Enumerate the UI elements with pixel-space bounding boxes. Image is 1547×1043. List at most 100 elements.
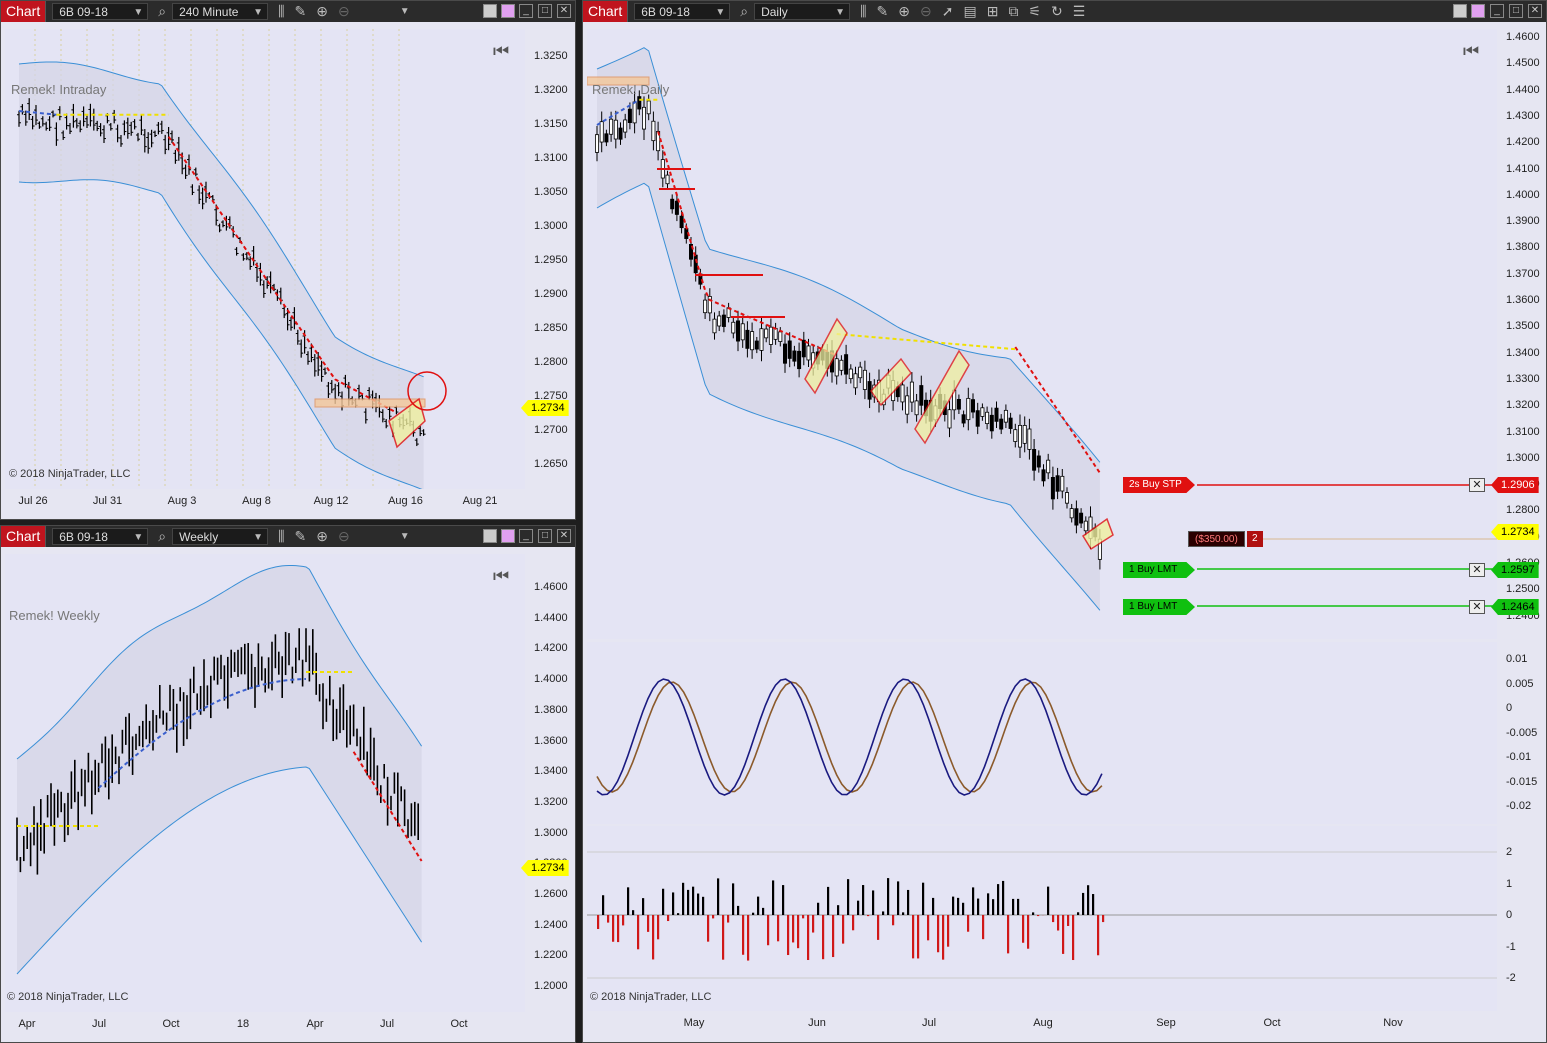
pencil-icon[interactable]: ✎ xyxy=(295,1,307,22)
weekly-price-panel[interactable]: Remek! Weekly © 2018 NinjaTrader, LLC ⏮ xyxy=(5,554,525,1012)
reload-icon[interactable]: ↻ xyxy=(1051,1,1063,22)
period-selector[interactable]: 240 Minute ▼ xyxy=(172,3,269,20)
minimize-icon[interactable]: _ xyxy=(519,4,533,18)
price-axis-label: 1.3250 xyxy=(534,50,568,62)
minimize-icon[interactable]: _ xyxy=(1490,4,1504,18)
search-icon[interactable]: ⌕ xyxy=(158,526,166,547)
properties-icon[interactable]: ⧉ xyxy=(1008,1,1018,22)
time-axis-label: Jul xyxy=(379,1018,395,1030)
close-icon[interactable]: ✕ xyxy=(1528,4,1542,18)
chevron-down-icon: ▼ xyxy=(133,532,144,543)
bar-style-icon[interactable]: ⫼ xyxy=(278,1,284,22)
color-swatch-icon[interactable] xyxy=(483,529,497,543)
price-axis-label: 1.4600 xyxy=(534,581,568,593)
time-axis-label: 18 xyxy=(236,1018,250,1030)
instrument-selector[interactable]: 6B 09-18 ▼ xyxy=(52,528,149,545)
histogram-bar xyxy=(722,915,725,960)
link-color-icon[interactable] xyxy=(501,4,515,18)
close-icon[interactable]: ✕ xyxy=(557,529,571,543)
maximize-icon[interactable]: □ xyxy=(1509,4,1523,18)
price-axis-label: 1.2000 xyxy=(534,980,568,993)
last-price-tag: 1.2734 xyxy=(521,400,569,416)
order-label[interactable]: 2s Buy STP xyxy=(1123,477,1195,493)
instrument-selector[interactable]: 6B 09-18 ▼ xyxy=(634,3,731,20)
histogram-bar xyxy=(942,915,945,960)
order-label[interactable]: 1 Buy LMT xyxy=(1123,562,1195,578)
intraday-time-axis[interactable]: Jul 26 Jul 31 Aug 3 Aug 8 Aug 12 Aug 16 Aug 21 xyxy=(5,491,525,517)
histogram-bar xyxy=(1087,885,1090,915)
daily-price-panel[interactable]: Remek! Daily ⏮ xyxy=(586,29,1497,639)
candle-body xyxy=(1013,429,1018,442)
zoom-out-icon[interactable]: ⊖ xyxy=(338,1,350,22)
histogram-bar xyxy=(712,915,715,919)
dropdown-icon[interactable]: ▼ xyxy=(400,1,410,22)
intraday-price-axis[interactable]: 1.3250 1.3200 1.3150 1.3100 1.3050 1.3000 1.29… xyxy=(526,29,571,489)
weekly-price-axis[interactable]: 1.4600 1.4400 1.4200 1.4000 1.3800 1.3600 1.34… xyxy=(526,554,571,1012)
pencil-icon[interactable]: ✎ xyxy=(877,1,889,22)
candle-body xyxy=(721,314,726,327)
order-price-tag: 1.2464 xyxy=(1491,599,1539,615)
dropdown-icon[interactable]: ▼ xyxy=(400,526,410,547)
zoom-in-icon[interactable]: ⊕ xyxy=(316,1,328,22)
zoom-out-icon[interactable]: ⊖ xyxy=(920,1,932,22)
histogram-bar xyxy=(817,902,820,915)
cancel-order-icon[interactable]: ✕ xyxy=(1469,600,1485,614)
minimize-icon[interactable]: _ xyxy=(519,529,533,543)
daily-time-axis[interactable]: May Jun Jul Aug Sep Oct Nov xyxy=(587,1013,1497,1039)
cancel-order-icon[interactable]: ✕ xyxy=(1469,563,1485,577)
bar-style-icon[interactable]: ⫼ xyxy=(860,1,866,22)
pencil-icon[interactable]: ✎ xyxy=(295,526,307,547)
chart-label[interactable]: Chart xyxy=(1,526,47,547)
zoom-out-icon[interactable]: ⊖ xyxy=(338,526,350,547)
histogram-panel[interactable]: © 2018 NinjaTrader, LLC xyxy=(587,826,1497,1011)
scroll-to-end-icon[interactable]: ⏮ xyxy=(1463,41,1479,61)
link-color-icon[interactable] xyxy=(501,529,515,543)
intraday-price-panel[interactable]: Remek! Intraday © 2018 NinjaTrader, LLC … xyxy=(5,29,525,491)
candle-body xyxy=(618,127,623,140)
histogram-bar xyxy=(902,912,905,915)
histogram-axis[interactable]: 2 1 0 -1 -2 xyxy=(1498,826,1543,1011)
pointer-icon[interactable]: ➚ xyxy=(942,1,954,22)
oscillator-panel[interactable] xyxy=(587,642,1497,824)
period-selector[interactable]: Daily ▼ xyxy=(754,3,851,20)
zoom-in-icon[interactable]: ⊕ xyxy=(898,1,910,22)
price-axis-label: -0.02 xyxy=(1506,800,1532,812)
position-pnl[interactable]: ($350.00) xyxy=(1188,531,1245,547)
bar-style-icon[interactable]: ⫼ xyxy=(278,526,284,547)
period-selector[interactable]: Weekly ▼ xyxy=(172,528,269,545)
list-icon[interactable]: ☰ xyxy=(1073,1,1086,22)
daily-price-axis[interactable]: 1.4600 1.4500 1.4400 1.4300 1.4200 1.4100 1.40… xyxy=(1498,29,1543,639)
order-label[interactable]: 1 Buy LMT xyxy=(1123,599,1195,615)
chart-label[interactable]: Chart xyxy=(1,1,47,22)
price-axis-label: 0.01 xyxy=(1506,653,1528,665)
candle-body xyxy=(1036,455,1041,468)
candle-body xyxy=(975,410,980,427)
histogram-bar xyxy=(932,897,935,915)
chart-label[interactable]: Chart xyxy=(583,1,629,22)
color-swatch-icon[interactable] xyxy=(1453,4,1467,18)
position-quantity[interactable]: 2 xyxy=(1247,531,1263,547)
maximize-icon[interactable]: □ xyxy=(538,4,552,18)
search-icon[interactable]: ⌕ xyxy=(158,1,166,22)
cancel-order-icon[interactable]: ✕ xyxy=(1469,478,1485,492)
search-icon[interactable]: ⌕ xyxy=(740,1,748,22)
strategies-icon[interactable]: ⚟ xyxy=(1028,1,1041,22)
maximize-icon[interactable]: □ xyxy=(538,529,552,543)
chart-trader-icon[interactable]: ⊞ xyxy=(987,1,999,22)
candle-body xyxy=(853,373,858,389)
oscillator-axis[interactable]: 0.01 0.005 0 -0.005 -0.01 -0.015 -0.02 xyxy=(1498,642,1543,824)
scroll-to-end-icon[interactable]: ⏮ xyxy=(493,41,509,61)
color-swatch-icon[interactable] xyxy=(483,4,497,18)
histogram-bar xyxy=(1092,894,1095,915)
weekly-time-axis[interactable]: Apr Jul Oct 18 Apr Jul Oct xyxy=(5,1014,525,1040)
zoom-in-icon[interactable]: ⊕ xyxy=(316,526,328,547)
link-color-icon[interactable] xyxy=(1471,4,1485,18)
price-axis-label: 1.3800 xyxy=(534,703,568,716)
intraday-chart-window: Chart 6B 09-18 ▼ ⌕ 240 Minute ▼ ⫼ ✎ ⊕ ⊖ ▼ … xyxy=(0,0,576,520)
instrument-selector[interactable]: 6B 09-18 ▼ xyxy=(52,3,149,20)
candle-body xyxy=(703,299,708,314)
close-icon[interactable]: ✕ xyxy=(557,4,571,18)
data-box-icon[interactable]: ▤ xyxy=(963,1,976,22)
histogram-bar xyxy=(652,915,655,960)
scroll-to-end-icon[interactable]: ⏮ xyxy=(493,566,509,586)
